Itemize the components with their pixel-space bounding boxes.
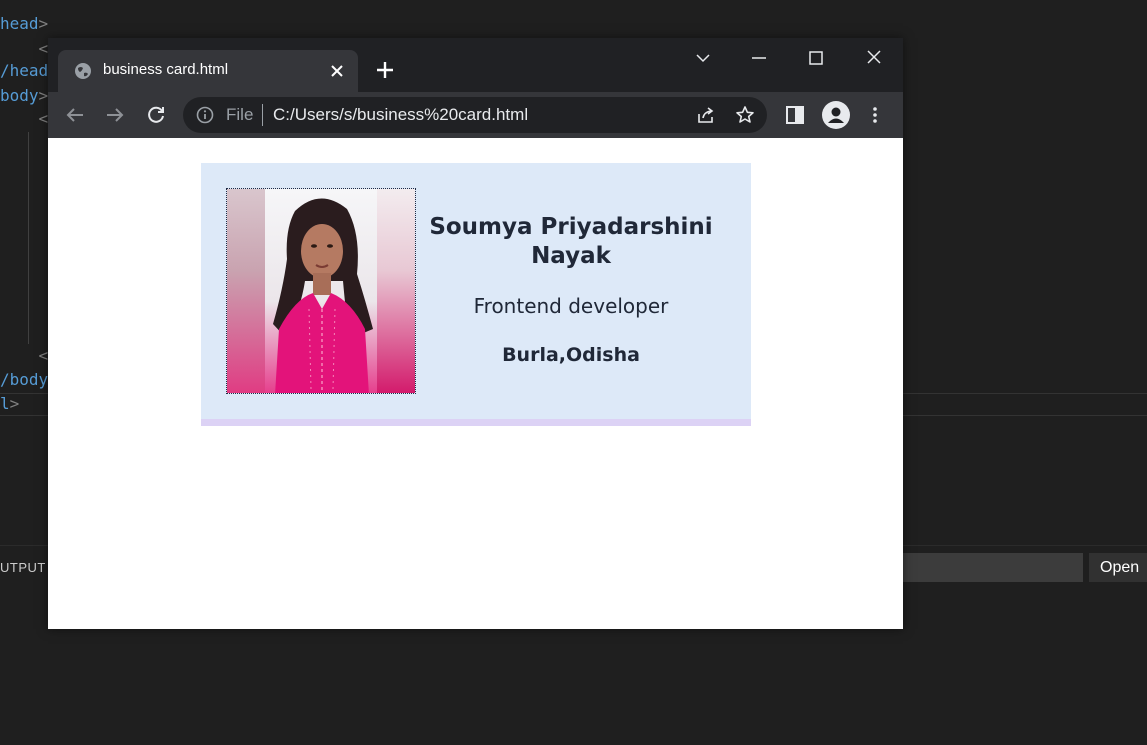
avatar-glyph: [828, 107, 844, 123]
code-line-body: body>: [0, 86, 49, 105]
close-icon[interactable]: [328, 62, 346, 80]
business-card: Soumya Priyadarshini Nayak Frontend deve…: [201, 163, 751, 426]
omnibox-separator: [262, 104, 263, 126]
tab-title: business card.html: [103, 61, 229, 78]
title-bar: business card.html: [48, 38, 903, 92]
plus-icon[interactable]: [375, 60, 395, 80]
profile-icon[interactable]: [822, 101, 850, 129]
star-icon[interactable]: [735, 105, 755, 125]
card-name: Soumya Priyadarshini Nayak: [429, 214, 713, 269]
card-role: Frontend developer: [473, 294, 669, 318]
info-icon[interactable]: [196, 106, 214, 124]
share-icon[interactable]: [696, 105, 716, 125]
portrait-illustration: [273, 198, 373, 393]
open-button[interactable]: Open: [1089, 553, 1147, 582]
more-vertical-icon[interactable]: [864, 104, 886, 126]
back-arrow-icon[interactable]: [64, 104, 86, 126]
code-line-head-close: /head: [0, 61, 49, 80]
globe-icon: [75, 63, 91, 79]
tab-output[interactable]: UTPUT: [0, 560, 46, 575]
code-line-body-close: /body: [0, 370, 49, 389]
close-window-icon[interactable]: [854, 48, 894, 68]
site-info-label[interactable]: File: [226, 105, 253, 125]
address-bar[interactable]: File C:/Users/s/business%20card.html: [183, 97, 767, 133]
panel-input[interactable]: [903, 553, 1083, 582]
maximize-icon[interactable]: [796, 48, 836, 68]
indent-guide: [28, 132, 29, 344]
profile-photo: [226, 188, 416, 394]
photo-blur-left: [227, 189, 265, 393]
page-viewport: Soumya Priyadarshini Nayak Frontend deve…: [48, 138, 903, 629]
forward-arrow-icon[interactable]: [104, 104, 126, 126]
photo-portrait: [265, 189, 379, 393]
url-text[interactable]: C:/Users/s/business%20card.html: [273, 105, 528, 125]
chevron-down-icon[interactable]: [683, 48, 723, 68]
photo-blur-right: [377, 189, 415, 393]
code-line-html-close: l>: [0, 394, 20, 413]
side-panel-icon[interactable]: [784, 104, 806, 126]
toolbar: File C:/Users/s/business%20card.html: [48, 92, 903, 138]
tab-business-card[interactable]: business card.html: [58, 50, 358, 92]
reload-icon[interactable]: [145, 104, 167, 126]
code-line-head: head>: [0, 14, 49, 33]
minimize-icon[interactable]: [739, 48, 779, 68]
card-location: Burla,Odisha: [502, 344, 640, 366]
browser-window: business card.html File C:/Users/s/busin…: [48, 38, 903, 629]
